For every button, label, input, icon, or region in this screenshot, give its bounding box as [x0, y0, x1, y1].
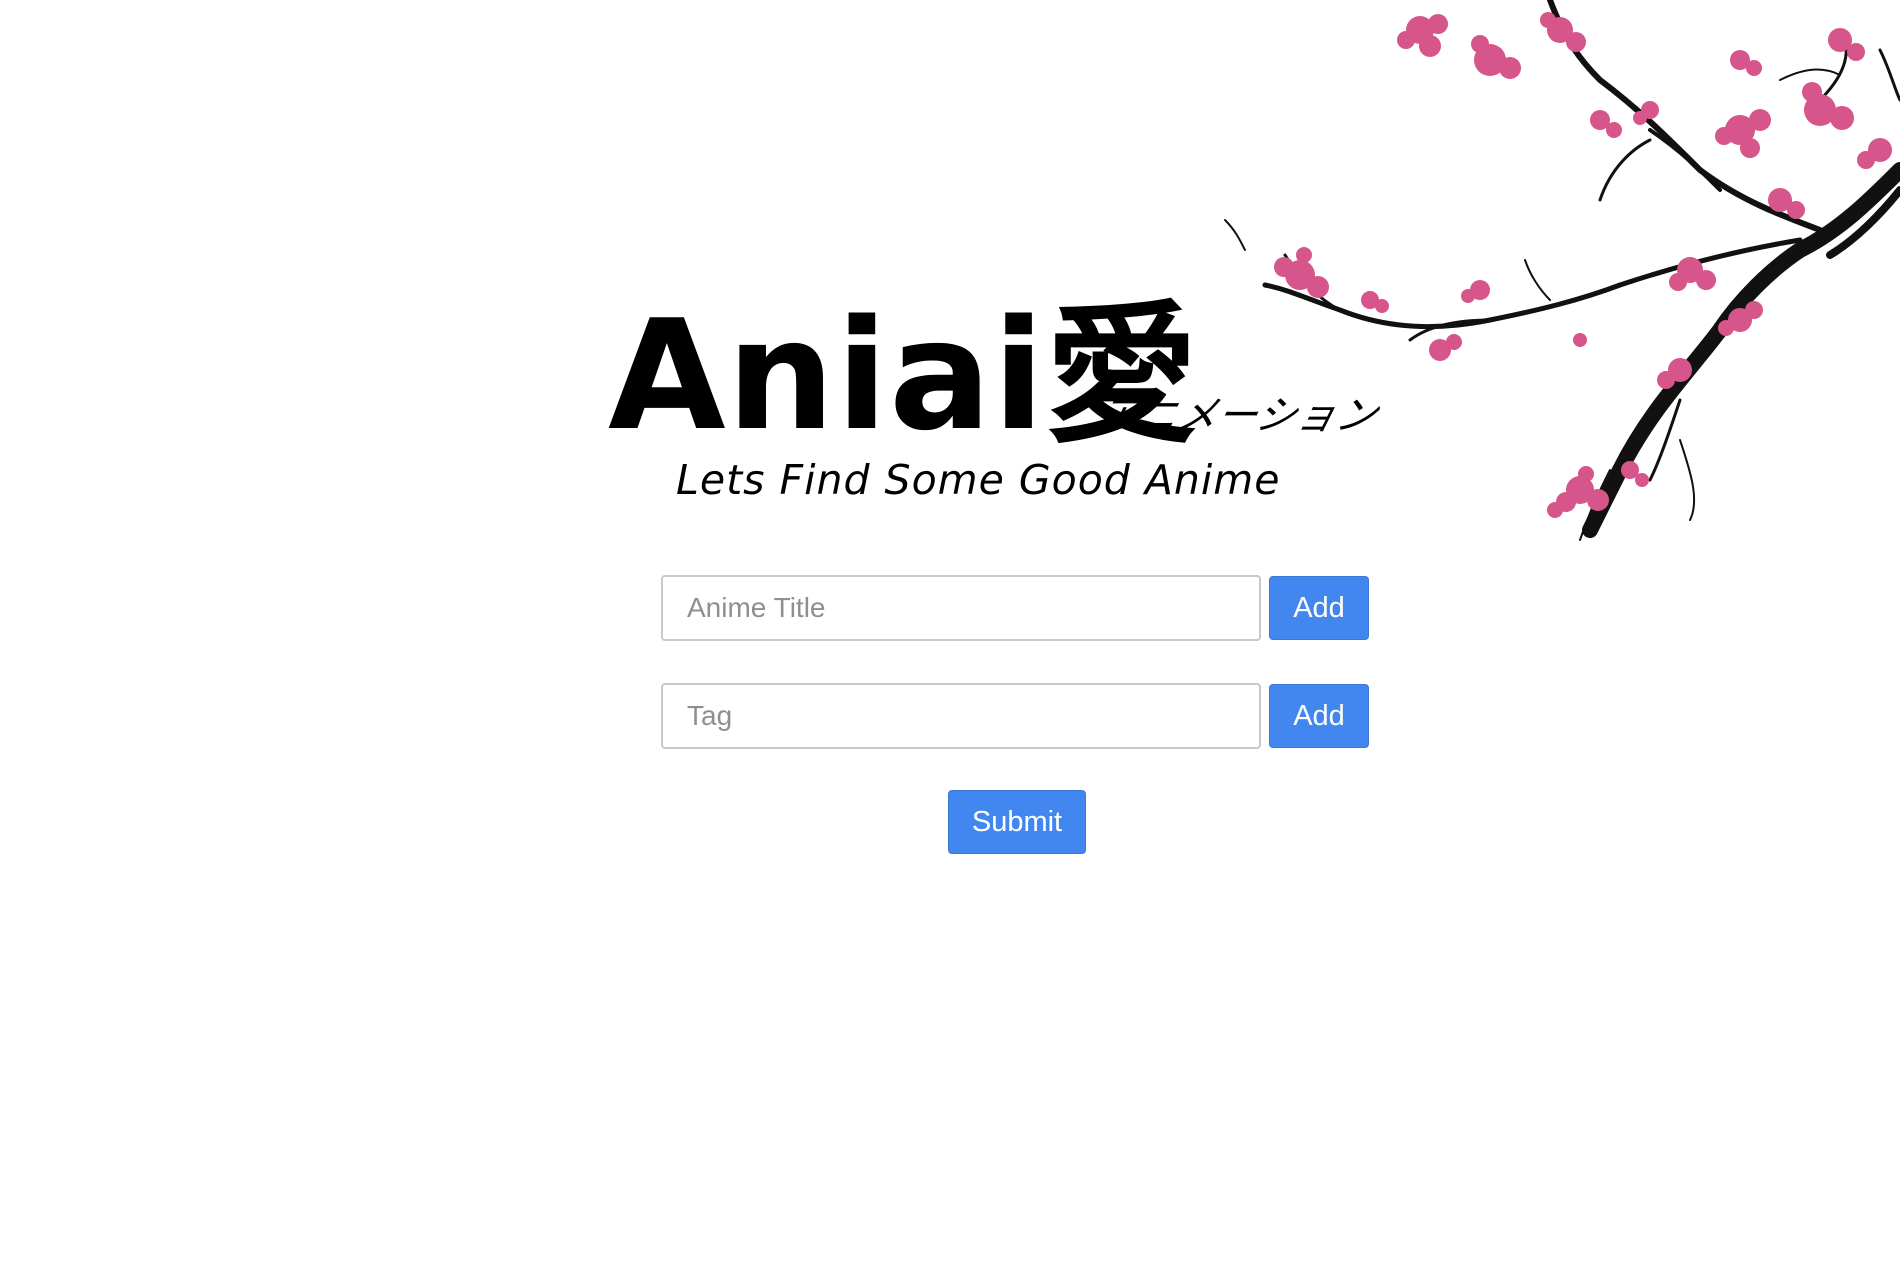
tag-row: Add	[661, 682, 1369, 750]
add-tag-button[interactable]: Add	[1269, 684, 1369, 748]
anime-title-row: Add	[661, 574, 1369, 642]
submit-button[interactable]: Submit	[948, 790, 1086, 854]
tagline: Lets Find Some Good Anime	[676, 456, 1281, 504]
logo-kana-subtitle: アニメーション	[1092, 393, 1383, 439]
add-title-button[interactable]: Add	[1269, 576, 1369, 640]
anime-title-input[interactable]	[661, 575, 1261, 641]
page: Aniai愛 アニメーション Lets Find Some Good Anime…	[0, 0, 1900, 1264]
logo: Aniai愛 アニメーション Lets Find Some Good Anime	[608, 300, 1388, 520]
tag-input[interactable]	[661, 683, 1261, 749]
